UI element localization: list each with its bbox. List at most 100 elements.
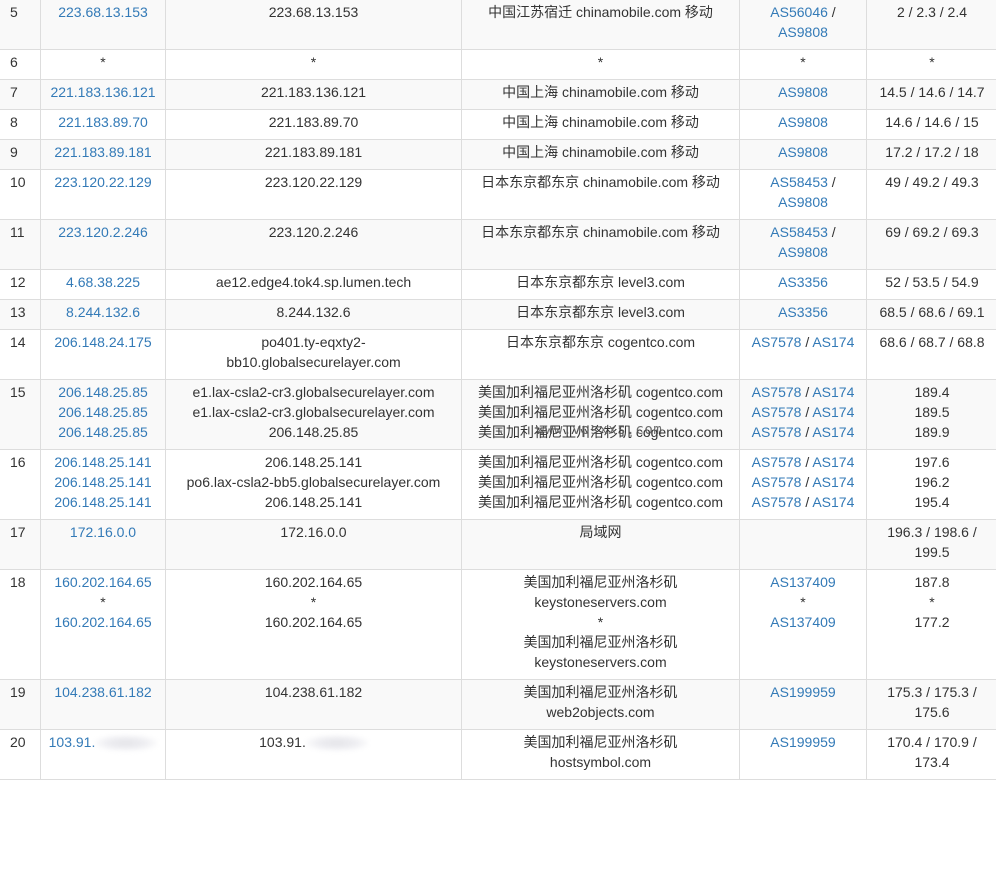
asn-link[interactable]: AS3356 (778, 304, 828, 320)
hop-cell: 13 (0, 299, 41, 330)
watermark-text: www.vpsxxs.com (536, 422, 663, 438)
ip-link[interactable]: 221.183.89.70 (43, 112, 163, 132)
asn-link[interactable]: AS199959 (770, 734, 835, 750)
location-cell: 日本东京都东京 level3.com (461, 269, 740, 300)
asn-link[interactable]: AS7578 (752, 384, 802, 400)
ip-link[interactable]: 223.120.2.246 (43, 222, 163, 242)
latency-text: 49 / 49.2 / 49.3 (885, 174, 979, 190)
asn-link[interactable]: AS174 (812, 384, 854, 400)
latency-text: * (929, 594, 935, 610)
hostname-cell: 8.244.132.6 (165, 299, 462, 330)
asn-link[interactable]: AS9808 (778, 84, 828, 100)
hostname-text: 206.148.25.141 (264, 494, 363, 510)
asn-link[interactable]: AS9808 (778, 244, 828, 260)
asn-link[interactable]: AS3356 (778, 274, 828, 290)
asn-link[interactable]: AS7578 (752, 404, 802, 420)
asn-link[interactable]: AS7578 (752, 454, 802, 470)
asn-link[interactable]: AS7578 (752, 334, 802, 350)
ip-link[interactable]: 223.68.13.153 (43, 2, 163, 22)
ip-link[interactable]: 172.16.0.0 (43, 522, 163, 542)
latency-cell: 49 / 49.2 / 49.3 (866, 169, 996, 220)
ip-cell: 221.183.89.181 (40, 139, 166, 170)
hostname-text: 172.16.0.0 (280, 524, 347, 540)
table-row: 13 8.244.132.6 8.244.132.6 日本东京都东京 level3.c… (0, 299, 996, 330)
ip-link[interactable]: 206.148.25.85 (43, 402, 163, 422)
asn-link[interactable]: AS199959 (770, 684, 835, 700)
asn-link[interactable]: AS9808 (778, 24, 828, 40)
asn-link[interactable]: AS137409 (770, 614, 835, 630)
asn-link[interactable]: AS9808 (778, 194, 828, 210)
latency-text: 68.5 / 68.6 / 69.1 (879, 304, 985, 320)
asn-cell: AS9808 (739, 139, 867, 170)
asn-separator: / (801, 454, 813, 470)
hostname-cell: ae12.edge4.tok4.sp.lumen.tech (165, 269, 462, 300)
asn-line: AS137409 (742, 572, 864, 592)
ip-link[interactable]: 223.120.22.129 (43, 172, 163, 192)
hostname-text: 221.183.89.181 (264, 144, 363, 160)
ip-link[interactable]: 160.202.164.65 (43, 572, 163, 592)
asn-separator: / (801, 404, 813, 420)
ip-cell: 172.16.0.0 (40, 519, 166, 570)
asn-line: AS199959 (742, 682, 864, 702)
location-text: 局域网 (579, 524, 622, 540)
asn-link[interactable]: AS7578 (752, 494, 802, 510)
asn-link[interactable]: AS174 (812, 494, 854, 510)
hostname-cell: 160.202.164.65 * 160.202.164.65 (165, 569, 462, 680)
ip-cell: 103.91. (40, 729, 166, 780)
ip-link[interactable]: 103.91. (49, 734, 96, 750)
asn-link[interactable]: AS9808 (778, 114, 828, 130)
asn-line: * (742, 592, 864, 612)
ip-link[interactable]: 206.148.24.175 (43, 332, 163, 352)
ip-link[interactable]: 104.238.61.182 (43, 682, 163, 702)
hop-cell: 11 (0, 219, 41, 270)
asn-line: AS56046 / (770, 4, 836, 20)
ip-link[interactable]: 221.183.136.121 (43, 82, 163, 102)
asn-line: AS7578 / AS174 (742, 452, 864, 472)
ip-link[interactable]: 160.202.164.65 (43, 612, 163, 632)
hostname-text: 221.183.136.121 (260, 84, 367, 100)
asn-line: AS3356 (742, 302, 864, 322)
hostname-text: ae12.edge4.tok4.sp.lumen.tech (215, 274, 412, 290)
hop-number: 5 (10, 4, 18, 20)
table-row: 19 104.238.61.182 104.238.61.182 美国加利福尼亚州洛杉… (0, 679, 996, 730)
asn-link[interactable]: AS174 (812, 474, 854, 490)
asn-link[interactable]: AS174 (812, 404, 854, 420)
location-text: 中国上海 chinamobile.com 移动 (502, 144, 699, 160)
asn-link[interactable]: AS174 (812, 334, 854, 350)
latency-text: 14.6 / 14.6 / 15 (885, 114, 979, 130)
ip-link[interactable]: 206.148.25.141 (43, 472, 163, 492)
asn-link[interactable]: AS137409 (770, 574, 835, 590)
asn-cell: AS9808 (739, 109, 867, 140)
asn-link[interactable]: AS174 (812, 454, 854, 470)
latency-cell: 14.5 / 14.6 / 14.7 (866, 79, 996, 110)
ip-link[interactable]: 206.148.25.141 (43, 492, 163, 512)
ip-link[interactable]: 206.148.25.141 (43, 452, 163, 472)
hop-number: 11 (10, 224, 25, 240)
hop-cell: 7 (0, 79, 41, 110)
ip-link[interactable]: 4.68.38.225 (43, 272, 163, 292)
asn-link[interactable]: AS58453 (770, 224, 828, 240)
asn-link[interactable]: AS56046 (770, 4, 828, 20)
latency-text: 196.3 / 198.6 / (887, 524, 977, 540)
asn-cell: AS58453 / AS9808 (739, 169, 867, 220)
asn-line: AS9808 (742, 192, 864, 212)
asn-link[interactable]: AS58453 (770, 174, 828, 190)
ip-link[interactable]: 221.183.89.181 (43, 142, 163, 162)
ip-link[interactable]: 206.148.25.85 (43, 382, 163, 402)
asn-cell: AS137409 * AS137409 (739, 569, 867, 680)
asn-cell: AS58453 / AS9808 (739, 219, 867, 270)
ip-link[interactable]: 206.148.25.85 (43, 422, 163, 442)
ip-link[interactable]: 8.244.132.6 (43, 302, 163, 322)
asn-link[interactable]: AS7578 (752, 474, 802, 490)
asn-link[interactable]: AS7578 (752, 424, 802, 440)
location-text: 美国加利福尼亚州洛杉矶 cogentco.com (477, 384, 724, 400)
asn-cell: AS9808 (739, 79, 867, 110)
ip-cell: 223.68.13.153 (40, 0, 166, 50)
hostname-text: * (310, 594, 317, 610)
asn-link[interactable]: AS9808 (778, 144, 828, 160)
asn-line: AS9808 (742, 142, 864, 162)
location-text: * (597, 614, 604, 630)
hop-cell: 10 (0, 169, 41, 220)
location-text: hostsymbol.com (549, 754, 652, 770)
asn-link[interactable]: AS174 (812, 424, 854, 440)
